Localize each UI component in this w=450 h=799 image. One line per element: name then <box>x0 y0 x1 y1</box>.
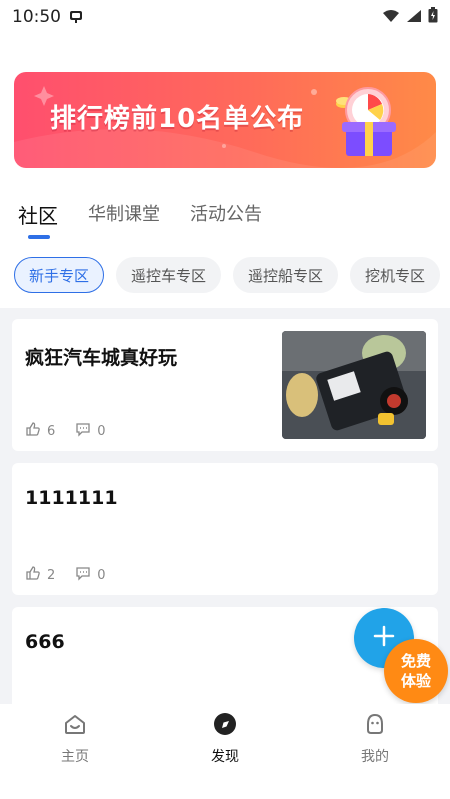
chip-excavator-zone[interactable]: 挖机专区 <box>350 257 441 293</box>
thumbs-up-icon <box>25 565 41 585</box>
profile-icon <box>363 712 387 740</box>
post-card[interactable]: 1111111 2 0 <box>12 463 438 595</box>
post-thumbnail[interactable] <box>282 331 426 439</box>
nav-discover[interactable]: 发现 <box>165 712 285 766</box>
discover-icon <box>213 712 237 740</box>
post-title: 疯狂汽车城真好玩 <box>25 347 178 369</box>
tab-community[interactable]: 社区 <box>18 200 58 239</box>
gift-box-icon <box>324 80 408 164</box>
post-meta: 6 0 <box>25 421 120 441</box>
comment-icon <box>75 421 91 441</box>
free-trial-button[interactable]: 免费 体验 <box>384 639 448 703</box>
post-meta: 2 0 <box>25 565 120 585</box>
comment-count: 0 <box>97 567 106 583</box>
category-tabs: 社区 华制课堂 活动公告 <box>18 200 262 240</box>
free-trial-line2: 体验 <box>400 672 431 690</box>
app-notification-icon <box>67 8 85 26</box>
comment-icon <box>75 565 91 585</box>
signal-icon <box>406 8 422 27</box>
nav-profile-label: 我的 <box>361 749 389 765</box>
status-bar: 10:50 <box>0 0 450 34</box>
comment-count: 0 <box>97 423 106 439</box>
chip-newbie-zone[interactable]: 新手专区 <box>14 257 105 293</box>
battery-icon <box>428 7 438 27</box>
bottom-navigation: 主页 发现 我的 <box>0 704 450 799</box>
chip-rc-car-zone[interactable]: 遥控车专区 <box>116 257 222 293</box>
nav-home[interactable]: 主页 <box>15 712 135 766</box>
free-trial-line1: 免费 <box>400 652 431 670</box>
section-chips: 新手专区 遥控车专区 遥控船专区 挖机专区 <box>14 257 441 293</box>
like-button[interactable]: 6 <box>25 421 55 441</box>
post-title: 666 <box>25 631 65 653</box>
like-count: 6 <box>47 423 56 439</box>
comment-button[interactable]: 0 <box>75 421 106 441</box>
tab-huazhi-classroom[interactable]: 华制课堂 <box>88 200 160 236</box>
tab-announcements[interactable]: 活动公告 <box>190 200 262 236</box>
plus-icon <box>373 625 395 651</box>
nav-profile[interactable]: 我的 <box>315 712 435 766</box>
ranking-banner[interactable]: 排行榜前10名单公布 <box>14 72 436 168</box>
banner-title: 排行榜前10名单公布 <box>50 104 305 134</box>
post-card[interactable]: 疯狂汽车城真好玩 6 0 <box>12 319 438 451</box>
wifi-icon <box>382 8 400 27</box>
like-count: 2 <box>47 567 56 583</box>
post-title: 1111111 <box>25 487 118 509</box>
status-time: 10:50 <box>12 7 61 27</box>
discover-screen: 10:50 排行榜前10名单公布 社区 华制课堂 活动公告 新手专区 遥控车专区… <box>0 0 450 799</box>
like-button[interactable]: 2 <box>25 565 55 585</box>
comment-button[interactable]: 0 <box>75 565 106 585</box>
nav-discover-label: 发现 <box>211 749 239 765</box>
nav-home-label: 主页 <box>61 749 89 765</box>
thumbs-up-icon <box>25 421 41 441</box>
chip-rc-boat-zone[interactable]: 遥控船专区 <box>233 257 339 293</box>
home-icon <box>63 712 87 740</box>
